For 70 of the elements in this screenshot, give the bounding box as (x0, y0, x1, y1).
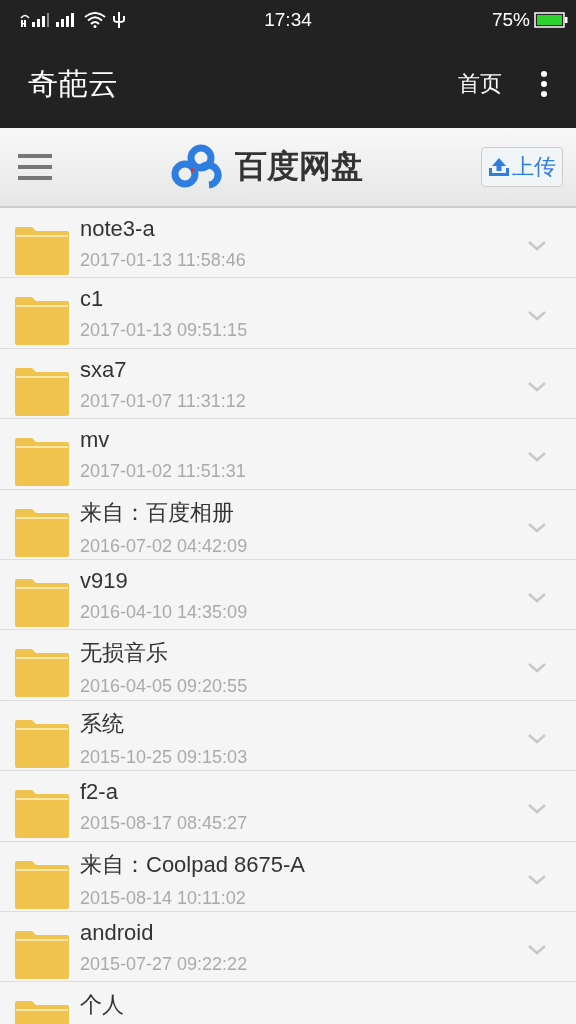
folder-date: 2016-04-10 14:35:09 (80, 601, 249, 623)
folder-icon (14, 718, 70, 769)
folder-row[interactable]: v919 2016-04-10 14:35:09 (0, 559, 576, 631)
chevron-down-icon[interactable] (528, 592, 546, 603)
chevron-down-icon[interactable] (528, 874, 546, 885)
folder-name: 系统 (80, 709, 125, 738)
folder-icon (14, 929, 70, 980)
folder-date: 2016-07-02 04:42:09 (80, 535, 249, 557)
folder-name: note3-a (80, 216, 156, 242)
folder-icon (14, 789, 70, 840)
home-link[interactable]: 首页 (458, 69, 502, 99)
chevron-down-icon[interactable] (528, 241, 546, 251)
folder-row[interactable]: 来自：Coolpad 8675-A 2015-08-14 10:11:02 (0, 841, 576, 912)
menu-icon[interactable] (18, 154, 52, 180)
folder-icon (14, 437, 70, 488)
folder-date: 2017-01-13 09:51:15 (80, 320, 249, 342)
folder-icon (14, 296, 70, 347)
battery-percent: 75% (491, 9, 530, 31)
folder-name: 来自：百度相册 (80, 498, 235, 527)
folder-icon (14, 859, 70, 910)
folder-icon (14, 366, 70, 417)
folder-name: mv (80, 427, 111, 454)
more-icon[interactable] (540, 70, 548, 98)
folder-name: c1 (80, 286, 105, 313)
folder-date: 2017-01-02 11:51:31 (80, 461, 247, 483)
logo-text: 百度网盘 (234, 147, 363, 186)
folder-date: 2015-10-25 09:15:03 (80, 746, 249, 768)
folder-date: 2017-01-07 11:31:12 (80, 390, 247, 412)
chevron-down-icon[interactable] (528, 804, 546, 815)
chevron-down-icon[interactable] (528, 733, 546, 744)
chevron-down-icon[interactable] (528, 522, 546, 533)
folder-row[interactable]: 个人 (0, 982, 576, 1024)
chevron-down-icon[interactable] (528, 452, 546, 463)
chevron-down-icon[interactable] (528, 381, 546, 392)
upload-button[interactable]: 上传 (481, 147, 563, 187)
folder-icon (14, 507, 70, 558)
folder-date: 2016-04-05 09:20:55 (80, 676, 249, 698)
chevron-down-icon[interactable] (528, 663, 546, 674)
folder-date: 2015-07-27 09:22:22 (80, 953, 249, 975)
folder-name: f2-a (80, 779, 119, 806)
folder-row[interactable]: note3-a 2017-01-13 11:58:46 (0, 208, 576, 279)
folder-row[interactable]: 无损音乐 2016-04-05 09:20:55 (0, 630, 576, 701)
folder-date: 2015-08-14 10:11:02 (80, 887, 247, 909)
app-title: 奇葩云 (28, 65, 119, 102)
folder-icon (14, 577, 70, 628)
folder-name: 个人 (80, 991, 125, 1020)
clock-time: 17:34 (264, 9, 312, 31)
folder-row[interactable]: 来自：百度相册 2016-07-02 04:42:09 (0, 489, 576, 560)
folder-date: 2015-08-17 08:45:27 (80, 813, 249, 835)
folder-row[interactable]: sxa7 2017-01-07 11:31:12 (0, 348, 576, 420)
usb-icon (112, 11, 126, 29)
folder-name: v919 (80, 567, 129, 594)
folder-name: sxa7 (80, 356, 128, 383)
battery-icon (534, 12, 568, 28)
folder-row[interactable]: c1 2017-01-13 09:51:15 (0, 278, 576, 349)
folder-name: 来自：Coolpad 8675-A (80, 850, 306, 879)
folder-name: android (80, 919, 155, 946)
folder-row[interactable]: f2-a 2015-08-17 08:45:27 (0, 771, 576, 842)
folder-icon (14, 648, 70, 699)
folder-date: 2017-01-13 11:58:46 (80, 250, 247, 271)
upload-icon (488, 157, 510, 177)
folder-row[interactable]: mv 2017-01-02 11:51:31 (0, 419, 576, 490)
folder-row[interactable]: 系统 2015-10-25 09:15:03 (0, 700, 576, 772)
chevron-down-icon[interactable] (528, 944, 546, 955)
chevron-down-icon[interactable] (528, 311, 546, 322)
folder-name: 无损音乐 (80, 639, 169, 668)
wifi-icon (84, 12, 106, 28)
hd-signal-icon (20, 12, 50, 28)
folder-icon (14, 226, 70, 276)
folder-row[interactable]: android 2015-07-27 09:22:22 (0, 911, 576, 983)
